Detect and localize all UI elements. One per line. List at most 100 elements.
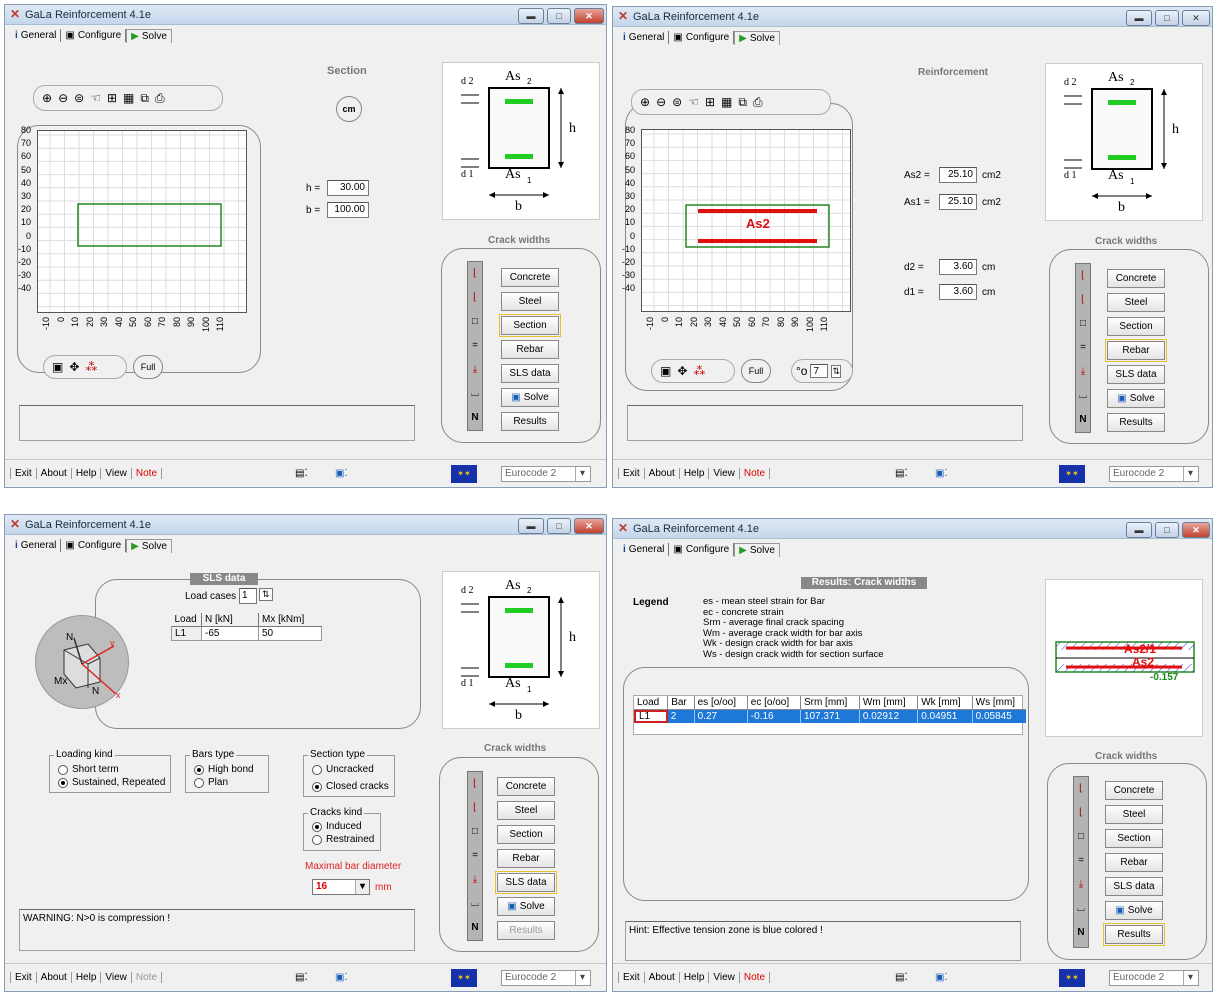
tab-configure[interactable]: ▣ Configure [669,31,735,44]
solve-button[interactable]: ▣ Solve [501,388,559,407]
layout-icon[interactable]: ▤⁚ [895,468,908,479]
bar-diameter-select[interactable]: 16 ▾ [312,879,370,895]
solve-button[interactable]: ▣ Solve [1105,901,1163,920]
exit-link[interactable]: Exit [10,972,37,983]
steel-button[interactable]: Steel [497,801,555,820]
view-link[interactable]: View [709,468,740,479]
section-button[interactable]: Section [497,825,555,844]
section-button[interactable]: Section [499,314,561,337]
cell-load[interactable]: L1 [634,709,668,723]
about-link[interactable]: About [645,972,680,983]
tab-general[interactable]: i General [619,31,670,44]
closed-cracks-radio[interactable]: Closed cracks [312,780,389,793]
note-link[interactable]: Note [740,468,771,479]
cell-mx[interactable]: 50 [258,626,322,641]
solve-button[interactable]: ▣ Solve [497,897,555,916]
table-icon[interactable]: ▣ [660,364,671,378]
tab-general[interactable]: i General [11,539,62,552]
minimize-button[interactable]: ▬ [1126,522,1152,538]
grid-icon[interactable]: ⊞ [705,95,715,109]
results-button[interactable]: Results [1107,413,1165,432]
as2-input[interactable]: 25.10 [939,167,977,183]
solve-button[interactable]: ▣ Solve [1107,389,1165,408]
grid-icon[interactable]: ⊞ [107,91,117,105]
maximize-button[interactable]: □ [547,518,571,534]
tab-general[interactable]: i General [11,29,62,42]
layout-icon[interactable]: ▤⁚ [895,972,908,983]
minimize-button[interactable]: ▬ [518,8,544,24]
d2-input[interactable]: 3.60 [939,259,977,275]
loads-table[interactable]: Load N [kN] Mx [kNm] L1 -65 50 [171,613,322,641]
full-button[interactable]: Full [741,359,771,383]
sls-data-button[interactable]: SLS data [1107,365,1165,384]
section-button[interactable]: Section [1105,829,1163,848]
pan-icon[interactable]: ☜ [90,91,101,105]
hatch-icon[interactable]: ▦ [721,95,732,109]
table-row[interactable]: L1 2 0.27 -0.16 107.371 0.02912 0.04951 … [634,709,1026,723]
concrete-button[interactable]: Concrete [1105,781,1163,800]
move-icon[interactable]: ✥ [69,360,79,374]
calc-icon[interactable]: ▣⁚ [935,468,948,479]
concrete-button[interactable]: Concrete [497,777,555,796]
note-link[interactable]: Note [132,972,163,983]
note-link[interactable]: Note [132,468,163,479]
plan-radio[interactable]: Plan [194,776,254,789]
steel-button[interactable]: Steel [501,292,559,311]
load-cases-input[interactable]: 1 [239,588,257,604]
unit-button[interactable]: cm [336,96,362,122]
sls-data-button[interactable]: SLS data [501,364,559,383]
help-link[interactable]: Help [680,468,710,479]
sls-data-button[interactable]: SLS data [495,871,557,894]
table-row[interactable]: L1 -65 50 [171,626,322,641]
sls-data-button[interactable]: SLS data [1105,877,1163,896]
help-link[interactable]: Help [72,972,102,983]
tab-solve[interactable]: ▶ Solve [126,28,172,43]
tab-configure[interactable]: ▣ Configure [61,539,127,552]
tab-configure[interactable]: ▣ Configure [61,29,127,42]
concrete-button[interactable]: Concrete [501,268,559,287]
maximize-button[interactable]: □ [547,8,571,24]
code-select[interactable]: Eurocode 2 [501,466,591,482]
rebar-button[interactable]: Rebar [1105,853,1163,872]
induced-radio[interactable]: Induced [312,820,374,833]
zoom-in-icon[interactable]: ⊕ [640,95,650,109]
copy-icon[interactable]: ⧉ [140,91,149,106]
calc-icon[interactable]: ▣⁚ [935,972,948,983]
about-link[interactable]: About [37,972,72,983]
tab-solve[interactable]: ▶ Solve [734,542,780,557]
about-link[interactable]: About [37,468,72,479]
b-input[interactable]: 100.00 [327,202,369,218]
code-select[interactable]: Eurocode 2 [1109,466,1199,482]
maximize-button[interactable]: □ [1155,522,1179,538]
bar-count-input[interactable]: 7 [810,364,829,378]
view-link[interactable]: View [101,972,132,983]
layout-icon[interactable]: ▤⁚ [295,468,308,479]
tab-solve[interactable]: ▶ Solve [734,30,780,45]
calc-icon[interactable]: ▣⁚ [335,468,348,479]
rebar-button[interactable]: Rebar [497,849,555,868]
node-icon[interactable]: ⁂ [693,364,705,378]
exit-link[interactable]: Exit [618,972,645,983]
as1-input[interactable]: 25.10 [939,194,977,210]
node-icon[interactable]: ⁂ [85,360,97,374]
results-button[interactable]: Results [501,412,559,431]
restrained-radio[interactable]: Restrained [312,833,374,846]
zoom-out-icon[interactable]: ⊖ [58,91,68,105]
close-button[interactable]: ✕ [574,8,604,24]
results-button[interactable]: Results [1103,923,1165,946]
steel-button[interactable]: Steel [1105,805,1163,824]
spinner-icon[interactable]: ⇅ [831,364,842,378]
results-button[interactable]: Results [497,921,555,940]
code-select[interactable]: Eurocode 2 [1109,970,1199,986]
view-link[interactable]: View [709,972,740,983]
close-button[interactable]: ✕ [1182,10,1210,26]
section-button[interactable]: Section [1107,317,1165,336]
results-table[interactable]: Load Bar es [o/oo] ec [o/oo] Srm [mm] Wm… [633,695,1026,735]
high-bond-radio[interactable]: High bond [194,763,254,776]
zoom-in-icon[interactable]: ⊕ [42,91,52,105]
calc-icon[interactable]: ▣⁚ [335,972,348,983]
sustained-radio[interactable]: Sustained, Repeated [58,776,165,789]
full-button[interactable]: Full [133,355,163,379]
print-icon[interactable]: ⎙ [155,91,165,106]
move-icon[interactable]: ✥ [677,364,687,378]
